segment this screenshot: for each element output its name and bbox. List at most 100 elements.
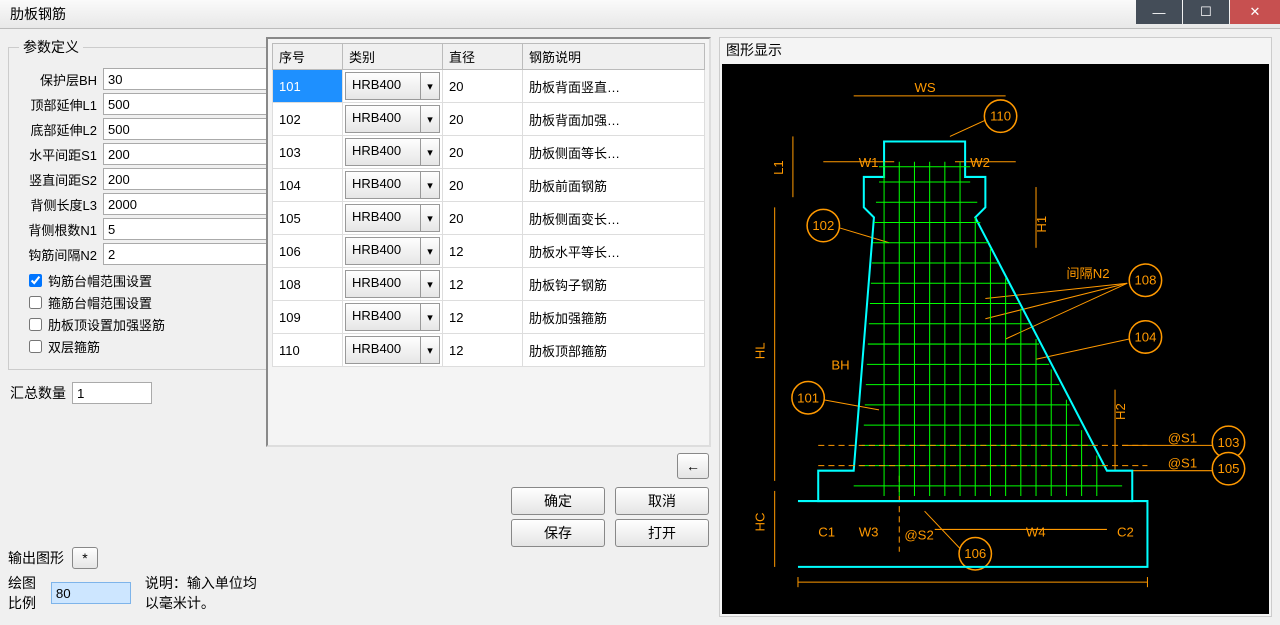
cell-no[interactable]: 108 <box>273 268 343 301</box>
param-label: 竖直间距S2 <box>19 170 103 189</box>
type-combo[interactable]: HRB400 <box>343 169 442 201</box>
param-checkbox-row[interactable]: 箍筋台帽范围设置 <box>19 293 289 312</box>
table-row[interactable]: 106HRB40012肋板水平等长… <box>273 235 705 268</box>
cell-diameter[interactable]: 20 <box>443 169 523 202</box>
cell-desc[interactable]: 肋板加强箍筋 <box>523 301 705 334</box>
chevron-down-icon[interactable] <box>420 138 440 166</box>
table-row[interactable]: 110HRB40012肋板顶部箍筋 <box>273 334 705 367</box>
cell-no[interactable]: 102 <box>273 103 343 136</box>
type-combo[interactable]: HRB400 <box>343 235 442 267</box>
type-combo[interactable]: HRB400 <box>343 202 442 234</box>
param-checkbox-row[interactable]: 钩筋台帽范围设置 <box>19 271 289 290</box>
param-checkbox-row[interactable]: 双层箍筋 <box>19 337 289 356</box>
output-shape-button[interactable]: * <box>72 547 98 569</box>
chevron-down-icon[interactable] <box>420 72 440 100</box>
save-button[interactable]: 保存 <box>511 519 605 547</box>
cell-diameter[interactable]: 12 <box>443 268 523 301</box>
type-combo[interactable]: HRB400 <box>343 103 442 135</box>
table-header[interactable]: 钢筋说明 <box>523 44 705 70</box>
svg-text:102: 102 <box>812 218 834 233</box>
chevron-down-icon[interactable] <box>420 105 440 133</box>
table-row[interactable]: 101HRB40020肋板背面竖直… <box>273 70 705 103</box>
params-legend: 参数定义 <box>19 37 83 57</box>
table-header[interactable]: 类别 <box>343 44 443 70</box>
cancel-button[interactable]: 取消 <box>615 487 709 515</box>
param-checkbox[interactable] <box>29 340 42 353</box>
combo-value: HRB400 <box>345 171 420 199</box>
param-input[interactable] <box>103 168 289 190</box>
param-checkbox[interactable] <box>29 296 42 309</box>
table-row[interactable]: 105HRB400 20肋板侧面变长… <box>273 202 705 235</box>
param-input[interactable] <box>103 118 289 140</box>
type-combo[interactable]: HRB400 <box>343 301 442 333</box>
param-input[interactable] <box>103 218 289 240</box>
param-input[interactable] <box>103 243 289 265</box>
cell-no[interactable]: 105 <box>273 202 343 235</box>
table-row[interactable]: 104HRB400 20肋板前面钢筋 <box>273 169 705 202</box>
maximize-button[interactable]: ☐ <box>1183 0 1229 24</box>
param-row: 钩筋间隔N2 <box>19 243 289 265</box>
param-checkbox[interactable] <box>29 318 42 331</box>
param-input[interactable] <box>103 68 289 90</box>
minimize-button[interactable]: — <box>1136 0 1182 24</box>
param-checkbox-row[interactable]: 肋板顶设置加强竖筋 <box>19 315 289 334</box>
table-header[interactable]: 序号 <box>273 44 343 70</box>
table-row[interactable]: 103HRB40020肋板侧面等长… <box>273 136 705 169</box>
cell-desc[interactable]: 肋板前面钢筋 <box>523 169 705 202</box>
chevron-down-icon[interactable] <box>420 270 440 298</box>
cell-desc[interactable]: 肋板侧面变长… <box>523 202 705 235</box>
diagram-title: 图形显示 <box>722 40 1269 64</box>
chevron-down-icon[interactable] <box>420 303 440 331</box>
type-combo[interactable]: HRB400 <box>343 70 442 102</box>
chevron-down-icon[interactable] <box>420 336 440 364</box>
cell-diameter[interactable]: 12 <box>443 235 523 268</box>
table-header[interactable]: 直径 <box>443 44 523 70</box>
param-input[interactable] <box>103 193 289 215</box>
param-checkbox[interactable] <box>29 274 42 287</box>
close-button[interactable]: ✕ <box>1230 0 1280 24</box>
cell-desc[interactable]: 肋板钩子钢筋 <box>523 268 705 301</box>
chevron-down-icon[interactable] <box>420 204 440 232</box>
chevron-down-icon[interactable] <box>420 171 440 199</box>
cell-diameter[interactable]: 20 <box>443 103 523 136</box>
ratio-input[interactable] <box>51 582 131 604</box>
cell-no[interactable]: 103 <box>273 136 343 169</box>
svg-text:WS: WS <box>914 80 935 95</box>
ok-button[interactable]: 确定 <box>511 487 605 515</box>
cell-diameter[interactable]: 20 <box>443 70 523 103</box>
type-combo[interactable]: HRB400 <box>343 268 442 300</box>
cell-desc[interactable]: 肋板侧面等长… <box>523 136 705 169</box>
cell-no[interactable]: 101 <box>273 70 343 103</box>
cell-no[interactable]: 110 <box>273 334 343 367</box>
param-label: 背侧根数N1 <box>19 220 103 239</box>
diagram-canvas: WS 110 W1 W2 L1 H1 <box>722 64 1269 614</box>
svg-text:间隔N2: 间隔N2 <box>1066 266 1109 281</box>
cell-no[interactable]: 106 <box>273 235 343 268</box>
cell-diameter[interactable]: 20 <box>443 136 523 169</box>
param-input[interactable] <box>103 93 289 115</box>
table-row[interactable]: 102HRB40020肋板背面加强… <box>273 103 705 136</box>
cell-desc[interactable]: 肋板背面竖直… <box>523 70 705 103</box>
table-row[interactable]: 109HRB40012肋板加强箍筋 <box>273 301 705 334</box>
type-combo[interactable]: HRB400 <box>343 334 442 366</box>
cell-desc[interactable]: 肋板顶部箍筋 <box>523 334 705 367</box>
combo-value: HRB400 <box>345 204 420 232</box>
svg-text:103: 103 <box>1218 435 1240 450</box>
back-button[interactable]: ← <box>677 453 709 479</box>
cell-diameter[interactable]: 12 <box>443 334 523 367</box>
ratio-label: 绘图比例 <box>8 573 43 613</box>
cell-desc[interactable]: 肋板水平等长… <box>523 235 705 268</box>
table-row[interactable]: 108HRB40012肋板钩子钢筋 <box>273 268 705 301</box>
type-combo[interactable]: HRB400 <box>343 136 442 168</box>
summary-input[interactable] <box>72 382 152 404</box>
chevron-down-icon[interactable] <box>420 237 440 265</box>
param-label: 顶部延伸L1 <box>19 95 103 114</box>
open-button[interactable]: 打开 <box>615 519 709 547</box>
cell-no[interactable]: 109 <box>273 301 343 334</box>
cell-no[interactable]: 104 <box>273 169 343 202</box>
cell-diameter[interactable]: 12 <box>443 301 523 334</box>
param-input[interactable] <box>103 143 289 165</box>
cell-desc[interactable]: 肋板背面加强… <box>523 103 705 136</box>
svg-text:108: 108 <box>1134 273 1156 288</box>
cell-diameter[interactable]: 20 <box>443 202 523 235</box>
